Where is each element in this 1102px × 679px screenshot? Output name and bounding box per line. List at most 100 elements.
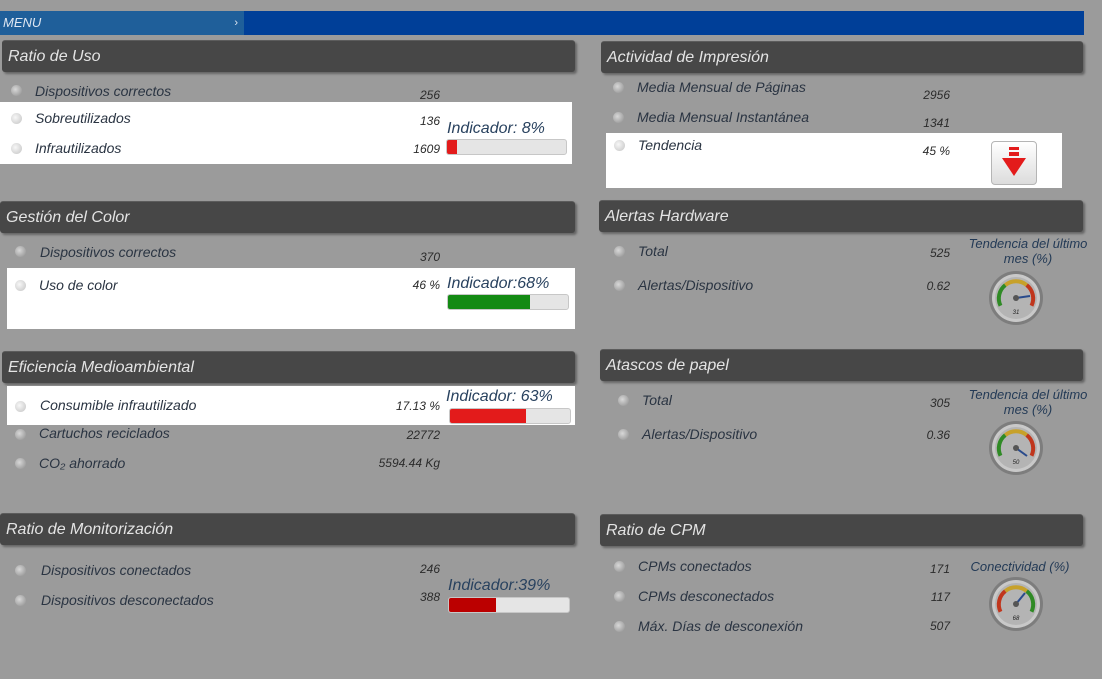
ratio-uso-row-value: 1609	[413, 142, 440, 156]
monitorizacion-row-value: 388	[419, 590, 440, 604]
atascos-gauge-title: Tendencia del último mes (%)	[968, 387, 1088, 417]
bullet-icon	[15, 246, 26, 257]
eficiencia-row-value: 22772	[406, 428, 440, 442]
ratio-uso-row-label: Sobreutilizados	[35, 110, 131, 126]
bullet-icon	[11, 143, 22, 154]
ratio-uso-row-value: 136	[419, 114, 440, 128]
ratio-uso-row-label: Infrautilizados	[35, 140, 122, 156]
menu-button[interactable]: MENU ›	[0, 11, 244, 35]
atascos-row-value: 305	[929, 396, 950, 410]
impresion-row-label: Media Mensual de Páginas	[637, 79, 806, 95]
bullet-icon	[614, 561, 625, 572]
monitorizacion-progress-fill	[449, 598, 496, 612]
alertas-title: Alertas Hardware	[605, 208, 729, 225]
ratio-uso-indicator-label: Indicador: 8%	[447, 120, 545, 137]
bullet-icon	[618, 429, 629, 440]
impresion-row-value: 2956	[923, 88, 950, 102]
bullet-icon	[614, 280, 625, 291]
bullet-icon	[613, 112, 624, 123]
cpm-row-label: CPMs conectados	[638, 558, 752, 574]
eficiencia-row-label: CO₂ ahorrado	[39, 455, 126, 471]
bullet-icon	[614, 140, 625, 151]
gestion-color-header: Gestión del Color	[0, 201, 575, 233]
atascos-row-label: Alertas/Dispositivo	[642, 426, 758, 442]
eficiencia-row-value: 5594.44 Kg	[378, 456, 440, 470]
monitorizacion-row-label: Dispositivos conectados	[41, 562, 192, 578]
eficiencia-row-label: Cartuchos reciclados	[39, 425, 170, 441]
bullet-icon	[15, 565, 26, 576]
atascos-trend-gauge: 50	[989, 421, 1043, 475]
impresion-row-label: Media Mensual Instantánea	[637, 109, 809, 125]
cpm-header: Ratio de CPM	[600, 514, 1083, 546]
ratio-uso-title: Ratio de Uso	[8, 48, 101, 65]
cpm-title: Ratio de CPM	[606, 522, 706, 539]
gestion-color-progress-bar	[447, 294, 569, 310]
monitorizacion-header: Ratio de Monitorización	[0, 513, 575, 545]
ratio-uso-header: Ratio de Uso	[2, 40, 575, 72]
alertas-row-label: Alertas/Dispositivo	[638, 277, 754, 293]
gestion-color-indicator-label: Indicador:68%	[447, 275, 550, 292]
monitorizacion-title: Ratio de Monitorización	[6, 521, 174, 538]
trend-button[interactable]	[991, 141, 1037, 185]
monitorizacion-row-value: 246	[419, 562, 440, 576]
eficiencia-progress-fill	[450, 409, 526, 423]
atascos-header: Atascos de papel	[600, 349, 1083, 381]
gestion-color-row-label: Dispositivos correctos	[40, 244, 177, 260]
cpm-row-label: Máx. Días de desconexión	[638, 618, 803, 634]
gestion-color-row-value: 370	[419, 250, 440, 264]
impresion-row-value: 1341	[923, 116, 950, 130]
bullet-icon	[11, 85, 22, 96]
eficiencia-progress-bar	[449, 408, 571, 424]
alertas-row-label: Total	[638, 243, 668, 259]
atascos-row-label: Total	[642, 392, 672, 408]
ratio-uso-progress-fill	[447, 140, 457, 154]
monitorizacion-row-label: Dispositivos desconectados	[41, 592, 214, 608]
impresion-title: Actividad de Impresión	[607, 49, 769, 66]
impresion-row-value: 45 %	[922, 144, 950, 158]
menu-label: MENU	[3, 15, 42, 30]
cpm-row-value: 507	[929, 619, 950, 633]
alertas-row-value: 0.62	[926, 279, 950, 293]
cpm-connectivity-gauge: 68	[989, 577, 1043, 631]
bullet-icon	[613, 82, 624, 93]
alertas-gauge-value: 31	[1013, 310, 1020, 316]
bullet-icon	[15, 401, 26, 412]
bullet-icon	[614, 591, 625, 602]
bullet-icon	[11, 113, 22, 124]
ratio-uso-progress-bar	[446, 139, 567, 155]
menu-bar: MENU ›	[0, 11, 1084, 35]
bullet-icon	[614, 246, 625, 257]
chevron-right-icon: ›	[234, 17, 238, 29]
cpm-row-value: 117	[930, 590, 950, 604]
eficiencia-row-label: Consumible infrautilizado	[40, 397, 197, 413]
bullet-icon	[15, 458, 26, 469]
alertas-header: Alertas Hardware	[599, 200, 1083, 232]
impresion-row-label: Tendencia	[638, 137, 703, 153]
impresion-header: Actividad de Impresión	[601, 41, 1083, 73]
monitorizacion-progress-bar	[448, 597, 570, 613]
gestion-color-title: Gestión del Color	[6, 209, 130, 226]
bullet-icon	[15, 280, 26, 291]
eficiencia-row-value: 17.13 %	[395, 399, 440, 413]
cpm-row-value: 171	[929, 562, 950, 576]
gestion-color-row-label: Uso de color	[39, 277, 118, 293]
atascos-gauge-value: 50	[1013, 460, 1020, 466]
bullet-icon	[15, 595, 26, 606]
ratio-uso-row-label: Dispositivos correctos	[35, 83, 172, 99]
atascos-title: Atascos de papel	[606, 357, 729, 374]
eficiencia-indicator-label: Indicador: 63%	[446, 388, 553, 405]
eficiencia-header: Eficiencia Medioambiental	[2, 351, 575, 383]
alertas-trend-gauge: 31	[989, 271, 1043, 325]
atascos-row-value: 0.36	[926, 428, 950, 442]
gestion-color-progress-fill	[448, 295, 530, 309]
monitorizacion-indicator-label: Indicador:39%	[448, 577, 551, 594]
cpm-row-label: CPMs desconectados	[638, 588, 775, 604]
eficiencia-title: Eficiencia Medioambiental	[8, 359, 194, 376]
alertas-gauge-title: Tendencia del último mes (%)	[968, 236, 1088, 266]
cpm-gauge-value: 68	[1013, 616, 1020, 622]
bullet-icon	[618, 395, 629, 406]
cpm-gauge-title: Conectividad (%)	[970, 559, 1070, 574]
bullet-icon	[15, 429, 26, 440]
ratio-uso-row-value: 256	[419, 88, 440, 102]
arrow-down-icon	[1002, 147, 1026, 176]
